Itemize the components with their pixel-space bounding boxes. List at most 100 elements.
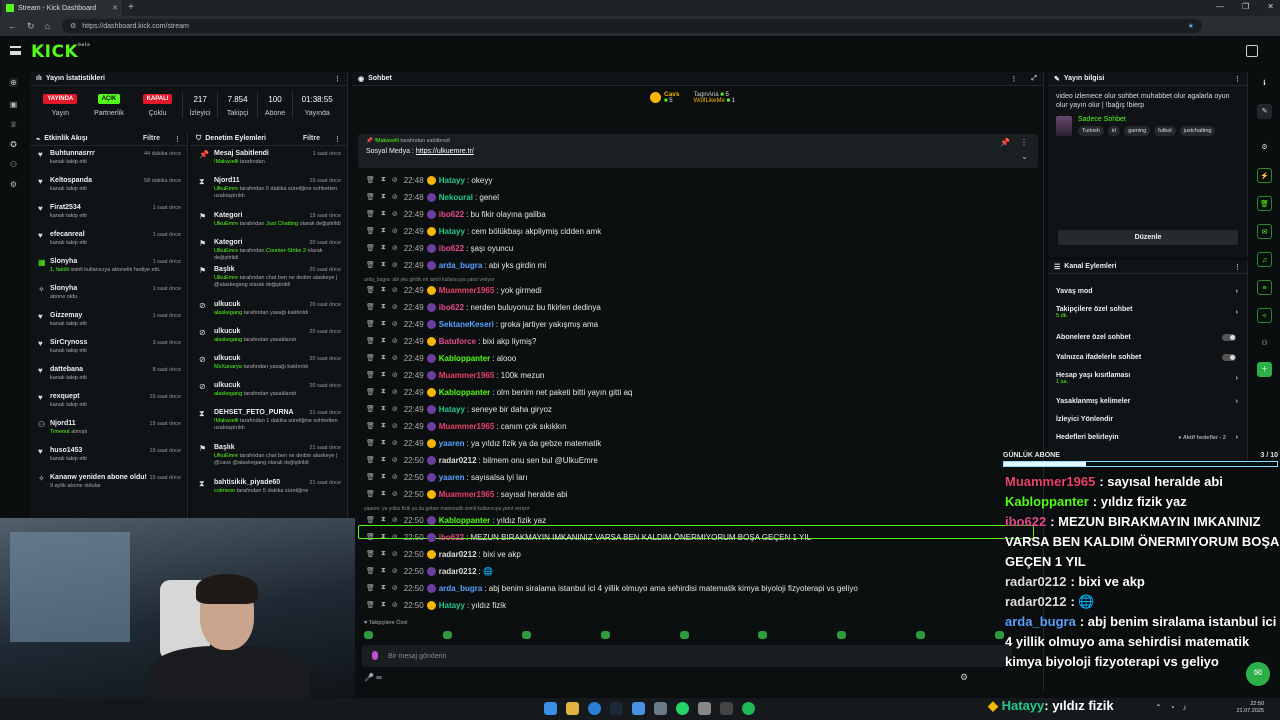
- chat-message[interactable]: 🗑 ⧗ ⊘ 22:50 Kabloppanter: yıldız fizik yaz: [366, 513, 546, 527]
- channel-action[interactable]: Abonelere özel sohbet: [1048, 334, 1248, 341]
- emote-icon[interactable]: [679, 631, 689, 639]
- chat-message[interactable]: 🗑 ⧗ ⊘ 22:50 radar0212: bixi ve akp: [366, 547, 521, 561]
- chat-username[interactable]: yaaren: [439, 439, 465, 448]
- tray-chevron-icon[interactable]: ⌃: [1155, 703, 1162, 712]
- ban-icon[interactable]: ⊘: [392, 567, 398, 575]
- channel-action[interactable]: Yavaş mod ›: [1048, 288, 1248, 295]
- chat-username[interactable]: Hatayy: [439, 601, 465, 610]
- emote-icon[interactable]: [600, 631, 610, 639]
- chat-username[interactable]: ibo622: [439, 533, 464, 542]
- chat-bubble-icon[interactable]: ✉: [1246, 662, 1270, 686]
- users-rail-icon[interactable]: ⚇: [1257, 336, 1272, 351]
- chat-message[interactable]: 🗑 ⧗ ⊘ 22:49 Hatayy: cem bölükbaşı akpliymiş …: [366, 224, 601, 238]
- studio-mode-icon[interactable]: [1246, 45, 1258, 57]
- kick-logo[interactable]: KICKbeta: [31, 42, 90, 62]
- home-icon[interactable]: ⌂: [45, 21, 50, 32]
- chat-message[interactable]: 🗑 ⧗ ⊘ 22:49 Hatayy: seneye bir daha giryoz: [366, 402, 552, 416]
- pinned-message[interactable]: 📌 !Makavelli tarafından sabitlendi Sosya…: [358, 134, 1038, 168]
- delete-icon[interactable]: 🗑: [366, 584, 375, 592]
- delete-icon[interactable]: 🗑: [366, 422, 375, 430]
- timeout-icon[interactable]: ⧗: [381, 405, 386, 413]
- delete-icon[interactable]: 🗑: [366, 320, 375, 328]
- ban-icon[interactable]: ⊘: [392, 473, 398, 481]
- delete-icon[interactable]: 🗑: [366, 388, 375, 396]
- emote-icon[interactable]: [364, 631, 373, 639]
- url-field[interactable]: ⚙ https://dashboard.kick.com/stream ★: [61, 19, 1202, 33]
- channel-action[interactable]: Hedefleri belirleyin › ● Aktif hedefler - …: [1048, 434, 1248, 441]
- chat-username[interactable]: radar0212: [439, 567, 477, 576]
- ban-icon[interactable]: ⊘: [392, 584, 398, 592]
- timeout-icon[interactable]: ⧗: [381, 473, 386, 481]
- timeout-icon[interactable]: ⧗: [381, 516, 386, 524]
- delete-icon[interactable]: 🗑: [366, 303, 375, 311]
- tool-rail-icon[interactable]: ✧: [1257, 308, 1272, 323]
- chat-username[interactable]: Batuforce: [439, 337, 476, 346]
- tool-icon[interactable]: [698, 702, 711, 715]
- feed-more-icon[interactable]: ⋮: [174, 135, 181, 143]
- chat-input[interactable]: Bir mesaj gönderin: [362, 645, 1012, 667]
- info-more-icon[interactable]: ⋮: [1234, 75, 1241, 83]
- delete-icon[interactable]: 🗑: [366, 456, 375, 464]
- trophy-rail-icon[interactable]: ♕: [9, 120, 18, 129]
- chat-username[interactable]: SektaneKeseri: [439, 320, 494, 329]
- timeout-icon[interactable]: ⧗: [381, 303, 386, 311]
- chat-message[interactable]: 🗑 ⧗ ⊘ 22:49 Kabloppanter: olm benim net pake…: [366, 385, 632, 399]
- maximize-icon[interactable]: ❐: [1242, 2, 1249, 11]
- delete-icon[interactable]: 🗑: [366, 337, 375, 345]
- timeout-icon[interactable]: ⧗: [381, 286, 386, 294]
- ban-icon[interactable]: ⊘: [392, 354, 398, 362]
- timeout-icon[interactable]: ⧗: [381, 210, 386, 218]
- ban-icon[interactable]: ⊘: [392, 550, 398, 558]
- timeout-icon[interactable]: ⧗: [381, 439, 386, 447]
- ban-icon[interactable]: ⊘: [392, 456, 398, 464]
- channel-action[interactable]: Takipçilere özel sohbet 5 dk. ›: [1048, 306, 1248, 319]
- bookmark-star-icon[interactable]: ★: [1188, 22, 1194, 30]
- ban-icon[interactable]: ⊘: [392, 371, 398, 379]
- chat-message[interactable]: 🗑 ⧗ ⊘ 22:49 Batuforce: bixi akp liymiş?: [366, 334, 536, 348]
- timeout-icon[interactable]: ⧗: [381, 422, 386, 430]
- chat-message[interactable]: 🗑 ⧗ ⊘ 22:49 ibo622: bu fikir olayına galiba: [366, 207, 546, 221]
- chat-username[interactable]: radar0212: [439, 456, 477, 465]
- toggle-switch[interactable]: [1222, 354, 1236, 361]
- stream-rail-icon[interactable]: ⊕: [9, 78, 18, 87]
- ban-icon[interactable]: ⊘: [392, 193, 398, 201]
- ban-icon[interactable]: ⊘: [392, 176, 398, 184]
- toggle-switch[interactable]: [1222, 334, 1236, 341]
- timeout-icon[interactable]: ⧗: [381, 550, 386, 558]
- timeout-icon[interactable]: ⧗: [381, 567, 386, 575]
- steam-icon[interactable]: [610, 702, 623, 715]
- pin-more-icon[interactable]: ⋮: [1020, 138, 1028, 147]
- chat-username[interactable]: Nekoural: [439, 193, 473, 202]
- reload-icon[interactable]: ↻: [27, 21, 35, 32]
- actions-more-icon[interactable]: ⋮: [1234, 263, 1241, 271]
- ban-icon[interactable]: ⊘: [392, 244, 398, 252]
- delete-icon[interactable]: 🗑: [366, 439, 375, 447]
- community-rail-icon[interactable]: ✪: [9, 140, 18, 149]
- obs-icon[interactable]: [654, 702, 667, 715]
- emote-icon[interactable]: [995, 631, 1004, 639]
- chat-username[interactable]: Muammer1965: [439, 490, 495, 499]
- chat-message[interactable]: 🗑 ⧗ ⊘ 22:50 yaaren: sayısalsa iyi ları: [366, 470, 527, 484]
- collapse-pin-icon[interactable]: ⌄: [1021, 152, 1028, 161]
- windows-start-icon[interactable]: [544, 702, 557, 715]
- delete-icon[interactable]: 🗑: [366, 473, 375, 481]
- delete-icon[interactable]: 🗑: [366, 193, 375, 201]
- wifi-icon[interactable]: ◔: [1170, 703, 1175, 712]
- timeout-icon[interactable]: ⧗: [381, 193, 386, 201]
- delete-icon[interactable]: 🗑: [366, 516, 375, 524]
- channel-action[interactable]: Yalnızca ifadelerle sohbet: [1048, 354, 1248, 361]
- ban-icon[interactable]: ⊘: [392, 320, 398, 328]
- timeout-icon[interactable]: ⧗: [381, 456, 386, 464]
- timeout-icon[interactable]: ⧗: [381, 320, 386, 328]
- ban-icon[interactable]: ⊘: [392, 227, 398, 235]
- app-icon[interactable]: [632, 702, 645, 715]
- chat-message[interactable]: 🗑 ⧗ ⊘ 22:49 ibo622: şaşı oyuncu: [366, 241, 513, 255]
- unpin-icon[interactable]: 📌: [1000, 138, 1010, 147]
- channel-action[interactable]: Yasaklanmış kelimeler ›: [1048, 398, 1248, 405]
- emote-icon[interactable]: [758, 631, 768, 639]
- chat-message[interactable]: 🗑 ⧗ ⊘ 22:48 Hatayy: okeyy: [366, 173, 492, 187]
- stream-tag[interactable]: justchatting: [1179, 126, 1216, 136]
- ban-icon[interactable]: ⊘: [392, 261, 398, 269]
- lightning-rail-icon[interactable]: ⚡: [1257, 168, 1272, 183]
- chat-message[interactable]: 🗑 ⧗ ⊘ 22:49 SektaneKeseri: groka jartiyer ya…: [366, 317, 598, 331]
